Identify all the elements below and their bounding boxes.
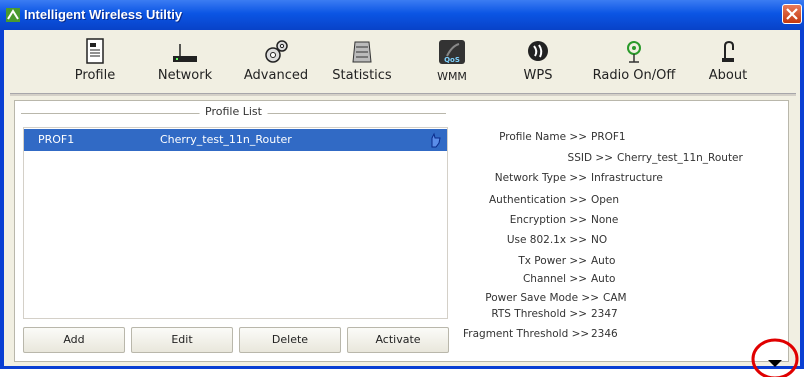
- detail-value: None: [591, 214, 619, 226]
- advanced-icon: [265, 40, 288, 63]
- detail-value: Infrastructure: [591, 172, 663, 184]
- detail-value: 2346: [591, 328, 618, 340]
- profile-list[interactable]: PROF1 Cherry_test_11n_Router: [23, 127, 448, 319]
- detail-value: Open: [591, 194, 620, 206]
- tab-about[interactable]: About: [698, 30, 758, 92]
- profile-name-cell: PROF1: [38, 133, 75, 146]
- detail-rts-threshold: RTS Threshold >> 2347: [463, 308, 783, 326]
- wps-icon: [528, 41, 548, 61]
- detail-channel: Channel >> Auto: [463, 273, 783, 291]
- window-title: Intelligent Wireless Utiltiy: [24, 7, 183, 22]
- profile-list-title: Profile List: [199, 105, 268, 118]
- edit-button[interactable]: Edit: [131, 327, 233, 353]
- detail-value: Cherry_test_11n_Router: [617, 152, 743, 164]
- tab-about-label: About: [708, 68, 748, 83]
- detail-value: Auto: [591, 255, 616, 267]
- detail-value: PROF1: [591, 131, 626, 143]
- tab-wmm[interactable]: QoS WMM: [424, 30, 480, 92]
- detail-key: Fragment Threshold >>: [463, 328, 590, 340]
- detail-key: Profile Name >>: [499, 131, 587, 143]
- tab-statistics[interactable]: Statistics: [322, 30, 402, 92]
- statistics-icon: [352, 41, 372, 63]
- activate-button[interactable]: Activate: [347, 327, 449, 353]
- tab-network[interactable]: Network: [150, 30, 220, 92]
- detail-key: Network Type >>: [494, 172, 587, 184]
- tab-advanced[interactable]: Advanced: [236, 30, 316, 92]
- close-icon: [786, 8, 798, 20]
- app-icon: [6, 8, 20, 22]
- detail-key: Authentication >>: [488, 194, 587, 206]
- detail-fragment-threshold: Fragment Threshold >> 2346: [463, 328, 783, 346]
- svg-text:QoS: QoS: [444, 56, 460, 64]
- list-item[interactable]: PROF1 Cherry_test_11n_Router: [24, 129, 447, 151]
- tab-wps-label: WPS: [523, 68, 553, 83]
- tab-statistics-label: Statistics: [332, 68, 392, 83]
- tab-radio-label: Radio On/Off: [592, 68, 676, 83]
- detail-value: CAM: [603, 292, 627, 304]
- tab-profile-label: Profile: [74, 68, 116, 83]
- profile-panel: Profile List PROF1 Cherry_test_11n_Route…: [14, 100, 789, 362]
- tab-network-label: Network: [157, 68, 213, 83]
- active-hand-icon: [431, 132, 441, 148]
- profile-icon: [86, 38, 104, 64]
- detail-value: 2347: [591, 308, 618, 320]
- detail-ssid: SSID >> Cherry_test_11n_Router: [463, 152, 783, 170]
- detail-network-type: Network Type >> Infrastructure: [463, 172, 783, 190]
- detail-tx-power: Tx Power >> Auto: [463, 255, 783, 273]
- detail-key: Power Save Mode >>: [485, 292, 599, 304]
- detail-authentication: Authentication >> Open: [463, 194, 783, 212]
- tab-wmm-label: WMM: [437, 70, 467, 83]
- close-button[interactable]: [782, 4, 802, 24]
- chevron-down-icon: [768, 360, 782, 367]
- network-icon: [173, 44, 197, 62]
- title-bar[interactable]: Intelligent Wireless Utiltiy: [0, 0, 804, 30]
- wmm-icon: QoS: [439, 40, 465, 64]
- detail-value: NO: [591, 234, 608, 246]
- radio-icon: [627, 41, 641, 63]
- tab-wps[interactable]: WPS: [510, 30, 566, 92]
- detail-key: Use 802.1x >>: [506, 234, 587, 246]
- tab-profile[interactable]: Profile: [60, 30, 130, 92]
- toolbar-divider: [10, 93, 796, 96]
- detail-key: Encryption >>: [509, 214, 587, 226]
- profile-list-header: Profile List: [21, 105, 446, 121]
- about-icon: [722, 40, 734, 62]
- detail-key: Channel >>: [522, 273, 587, 285]
- add-button[interactable]: Add: [23, 327, 125, 353]
- tab-radio-on-off[interactable]: Radio On/Off: [586, 30, 682, 92]
- detail-use-8021x: Use 802.1x >> NO: [463, 234, 783, 252]
- tab-advanced-label: Advanced: [243, 68, 309, 83]
- toolbar: Profile Network Advanced Statistics QoS …: [4, 30, 800, 93]
- detail-key: RTS Threshold >>: [491, 308, 587, 320]
- client-area: Profile Network Advanced Statistics QoS …: [4, 30, 800, 366]
- detail-encryption: Encryption >> None: [463, 214, 783, 232]
- app-window: Intelligent Wireless Utiltiy Profile Net…: [0, 0, 804, 377]
- detail-value: Auto: [591, 273, 616, 285]
- detail-profile-name: Profile Name >> PROF1: [463, 131, 783, 149]
- profile-ssid-cell: Cherry_test_11n_Router: [160, 133, 292, 146]
- expand-toggle-highlight[interactable]: [748, 333, 800, 377]
- detail-key: Tx Power >>: [518, 255, 587, 267]
- delete-button[interactable]: Delete: [239, 327, 341, 353]
- detail-key: SSID >>: [567, 152, 613, 164]
